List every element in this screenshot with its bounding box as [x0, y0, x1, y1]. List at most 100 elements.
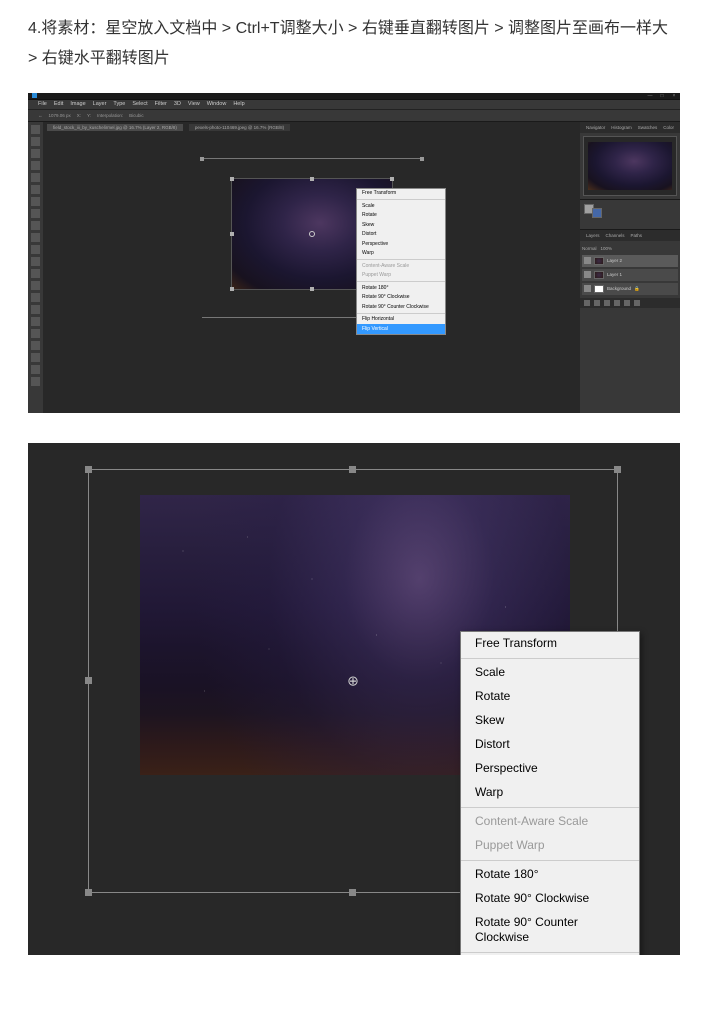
menuitem-perspective[interactable]: Perspective — [461, 757, 639, 781]
interp-dropdown[interactable]: Bicubic — [129, 113, 144, 118]
transform-handle-tl[interactable] — [85, 466, 92, 473]
tool-10[interactable] — [31, 245, 40, 254]
layer-thumbnail[interactable] — [594, 271, 604, 279]
tool-15[interactable] — [31, 305, 40, 314]
menuitem-distort[interactable]: Distort — [461, 733, 639, 757]
tab-layers[interactable]: Layers — [586, 233, 600, 238]
doc-tab-2[interactable]: pexels-photo-110469.jpeg @ 16.7% (RGB/8) — [189, 124, 290, 131]
visibility-icon[interactable] — [584, 257, 591, 264]
tool-20[interactable] — [31, 365, 40, 374]
transform-handle-bl[interactable] — [230, 287, 234, 291]
transform-center-icon[interactable]: ⊕ — [347, 672, 359, 689]
tool-8[interactable] — [31, 221, 40, 230]
menuitem-flip-vertical[interactable]: Flip Vertical — [357, 324, 445, 334]
tool-11[interactable] — [31, 257, 40, 266]
tab-color[interactable]: Color — [663, 125, 674, 130]
options-bar[interactable]: ↔ 1079.06 px X: Y: Interpolation: Bicubi… — [28, 110, 680, 122]
menu-edit[interactable]: Edit — [54, 101, 63, 107]
tool-3[interactable] — [31, 161, 40, 170]
layer-footer-icons[interactable] — [580, 298, 680, 308]
menuitem-flip-horizontal[interactable]: Flip Horizontal — [357, 315, 445, 325]
visibility-icon[interactable] — [584, 285, 591, 292]
tab-paths[interactable]: Paths — [631, 233, 643, 238]
tool-16[interactable] — [31, 317, 40, 326]
menu-filter[interactable]: Filter — [155, 101, 167, 107]
menuitem-rotate-180-[interactable]: Rotate 180° — [461, 863, 639, 887]
layer-name[interactable]: Layer 2 — [607, 258, 622, 263]
tool-6[interactable] — [31, 197, 40, 206]
layer-row-bg[interactable]: Background 🔒 — [582, 283, 678, 295]
transform-handle-tr[interactable] — [390, 177, 394, 181]
new-layer-icon[interactable] — [624, 300, 630, 306]
layer-row-2[interactable]: Layer 2 — [582, 255, 678, 267]
navigator-panel[interactable] — [583, 136, 677, 196]
tool-1[interactable] — [31, 137, 40, 146]
menu-select[interactable]: Select — [132, 101, 147, 107]
tab-histogram[interactable]: Histogram — [611, 125, 632, 130]
opacity-field[interactable]: 100% — [601, 246, 613, 251]
transform-handle-tm[interactable] — [349, 466, 356, 473]
menuitem-rotate-90-counter-clockwise[interactable]: Rotate 90° Counter Clockwise — [357, 302, 445, 312]
menuitem-rotate-90-counter-clockwise[interactable]: Rotate 90° Counter Clockwise — [461, 911, 639, 950]
menuitem-rotate[interactable]: Rotate — [461, 685, 639, 709]
navigator-tabs[interactable]: Navigator Histogram Swatches Color — [580, 122, 680, 133]
trash-icon[interactable] — [634, 300, 640, 306]
transform-handle-tr[interactable] — [614, 466, 621, 473]
transform-center-icon[interactable] — [309, 231, 315, 237]
tool-18[interactable] — [31, 341, 40, 350]
transform-handle-bl[interactable] — [85, 889, 92, 896]
menuitem-scale[interactable]: Scale — [461, 661, 639, 685]
minimize-button[interactable]: — — [644, 93, 656, 100]
width-field[interactable]: 1079.06 px — [49, 113, 71, 118]
tool-0[interactable] — [31, 125, 40, 134]
menu-3d[interactable]: 3D — [174, 101, 181, 107]
maximize-button[interactable]: □ — [656, 93, 668, 100]
menu-type[interactable]: Type — [113, 101, 125, 107]
context-menu-1[interactable]: Free TransformScaleRotateSkewDistortPers… — [356, 188, 446, 335]
tool-12[interactable] — [31, 269, 40, 278]
transform-handle-bm[interactable] — [310, 287, 314, 291]
menu-view[interactable]: View — [188, 101, 200, 107]
close-button[interactable]: × — [668, 93, 680, 100]
layer-row-1[interactable]: Layer 1 — [582, 269, 678, 281]
tool-19[interactable] — [31, 353, 40, 362]
canvas[interactable] — [43, 133, 580, 413]
menuitem-rotate-90-clockwise[interactable]: Rotate 90° Clockwise — [461, 887, 639, 911]
tool-2[interactable] — [31, 149, 40, 158]
layer-name[interactable]: Background — [607, 286, 631, 291]
document-tabs[interactable]: field_stock_iii_by_kuschelirmel.jpg @ 16… — [43, 122, 580, 133]
transform-handle-bm[interactable] — [349, 889, 356, 896]
menu-layer[interactable]: Layer — [93, 101, 107, 107]
layer-name[interactable]: Layer 1 — [607, 272, 622, 277]
menu-help[interactable]: Help — [233, 101, 244, 107]
menuitem-free-transform[interactable]: Free Transform — [461, 632, 639, 656]
tool-14[interactable] — [31, 293, 40, 302]
tool-4[interactable] — [31, 173, 40, 182]
transform-handle-tm[interactable] — [310, 177, 314, 181]
menu-image[interactable]: Image — [70, 101, 85, 107]
menuitem-rotate-180-[interactable]: Rotate 180° — [357, 283, 445, 293]
layer-thumbnail[interactable] — [594, 257, 604, 265]
tool-7[interactable] — [31, 209, 40, 218]
tab-swatches[interactable]: Swatches — [638, 125, 658, 130]
menu-file[interactable]: File — [38, 101, 47, 107]
menuitem-warp[interactable]: Warp — [357, 249, 445, 259]
menuitem-free-transform[interactable]: Free Transform — [357, 189, 445, 199]
menuitem-perspective[interactable]: Perspective — [357, 239, 445, 249]
tab-channels[interactable]: Channels — [606, 233, 625, 238]
adjustment-icon[interactable] — [604, 300, 610, 306]
menuitem-rotate[interactable]: Rotate — [357, 211, 445, 221]
transform-handle-tl[interactable] — [230, 177, 234, 181]
layers-tabs[interactable]: Layers Channels Paths — [580, 230, 680, 241]
navigator-thumbnail[interactable] — [588, 142, 672, 190]
transform-handle-ml[interactable] — [85, 677, 92, 684]
menuitem-scale[interactable]: Scale — [357, 201, 445, 211]
mask-icon[interactable] — [594, 300, 600, 306]
transform-handle-ml[interactable] — [230, 232, 234, 236]
tool-21[interactable] — [31, 377, 40, 386]
toolbox[interactable] — [28, 122, 43, 413]
tool-5[interactable] — [31, 185, 40, 194]
tool-9[interactable] — [31, 233, 40, 242]
tool-13[interactable] — [31, 281, 40, 290]
tool-17[interactable] — [31, 329, 40, 338]
